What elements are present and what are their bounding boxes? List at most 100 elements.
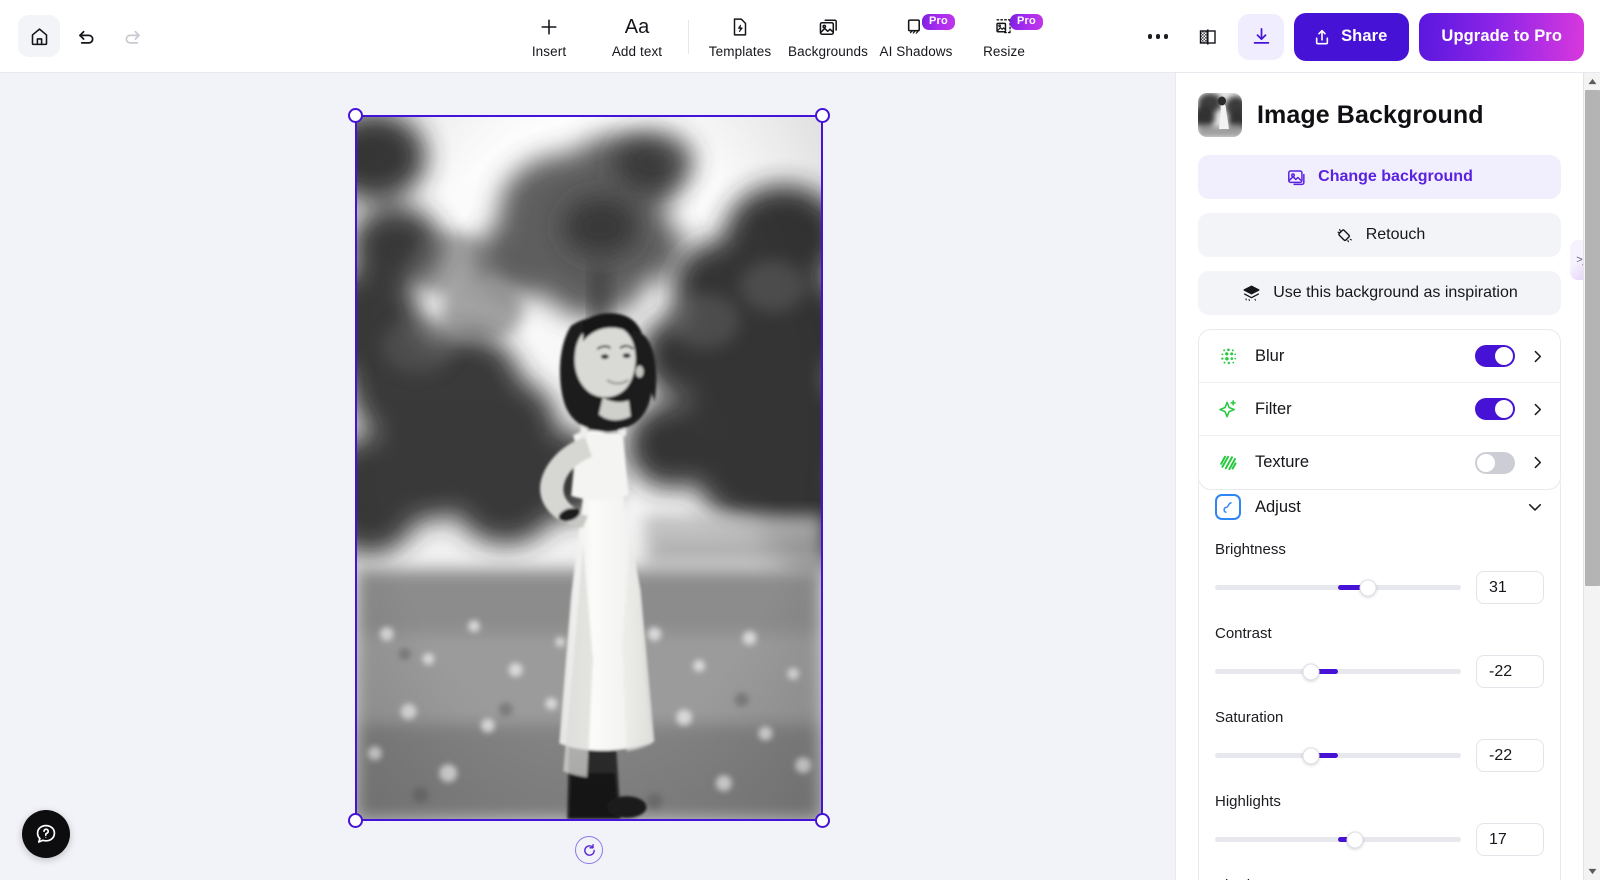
selected-image-frame[interactable] xyxy=(348,108,830,864)
compare-icon xyxy=(1199,28,1216,45)
slider-line: -22 xyxy=(1215,739,1544,772)
scroll-up-arrow[interactable] xyxy=(1584,73,1600,90)
text-aa-icon: Aa xyxy=(624,15,650,38)
plus-icon xyxy=(538,14,560,40)
resize-handle-bottom-left[interactable] xyxy=(348,813,363,828)
effect-label: Filter xyxy=(1255,399,1292,418)
retouch-label: Retouch xyxy=(1365,226,1426,243)
background-photo[interactable] xyxy=(357,117,821,819)
slider-label: Brightness xyxy=(1215,541,1286,558)
saturation-track[interactable] xyxy=(1215,747,1461,764)
slider-contrast: Contrast -22 xyxy=(1215,625,1544,688)
pro-badge: Pro xyxy=(1010,13,1043,31)
resize-handle-top-left[interactable] xyxy=(348,108,363,123)
help-button[interactable] xyxy=(22,810,70,858)
tool-backgrounds[interactable]: Backgrounds xyxy=(784,6,872,68)
effect-row-blur[interactable]: Blur xyxy=(1199,330,1560,383)
tool-label: AI Shadows xyxy=(879,44,953,59)
highlights-value-input[interactable]: 17 xyxy=(1476,823,1544,856)
rotate-handle[interactable] xyxy=(575,836,603,864)
template-icon xyxy=(729,14,751,40)
adjust-label: Adjust xyxy=(1255,497,1301,516)
effect-label: Blur xyxy=(1255,346,1285,365)
chevron-right-icon[interactable] xyxy=(1529,454,1546,471)
saturation-value-input[interactable]: -22 xyxy=(1476,739,1544,772)
panel-scrollbar[interactable] xyxy=(1583,73,1600,880)
slider-label: Saturation xyxy=(1215,709,1284,726)
home-icon xyxy=(31,27,47,45)
caret-down-icon xyxy=(1588,868,1597,875)
top-toolbar: Insert Aa Add text Templates Backgrounds… xyxy=(0,0,1600,73)
stripes-icon xyxy=(1215,452,1241,473)
upgrade-label: Upgrade to Pro xyxy=(1441,27,1562,45)
toolbar-divider xyxy=(688,19,689,54)
brightness-thumb[interactable] xyxy=(1359,579,1377,596)
highlights-thumb[interactable] xyxy=(1346,831,1364,848)
contrast-value-input[interactable]: -22 xyxy=(1476,655,1544,688)
adjust-header[interactable]: Adjust xyxy=(1215,481,1544,533)
chevron-right-icon[interactable] xyxy=(1529,348,1546,365)
pro-badge: Pro xyxy=(922,13,955,31)
tool-templates[interactable]: Templates xyxy=(696,6,784,68)
image-icon xyxy=(1288,169,1305,185)
effect-row-filter[interactable]: Filter xyxy=(1199,383,1560,436)
sparkle-icon xyxy=(1215,398,1241,420)
panel-header: Image Background xyxy=(1198,93,1561,137)
highlights-track[interactable] xyxy=(1215,831,1461,848)
tone-curve-icon xyxy=(1215,494,1241,520)
slider-brightness: Brightness 31 xyxy=(1215,541,1544,604)
background-thumbnail[interactable] xyxy=(1198,93,1242,137)
undo-button[interactable] xyxy=(66,16,106,56)
contrast-track[interactable] xyxy=(1215,663,1461,680)
redo-icon xyxy=(125,30,140,44)
chevron-down-icon[interactable] xyxy=(1526,498,1544,516)
slider-saturation: Saturation -22 xyxy=(1215,709,1544,772)
change-background-button[interactable]: Change background xyxy=(1198,155,1561,199)
layers-icon xyxy=(1243,284,1260,301)
saturation-thumb[interactable] xyxy=(1302,747,1320,764)
slider-label: Contrast xyxy=(1215,625,1272,642)
chevron-right-icon[interactable] xyxy=(1529,401,1546,418)
tool-label: Insert xyxy=(531,44,567,59)
use-as-inspiration-button[interactable]: Use this background as inspiration xyxy=(1198,271,1561,315)
tool-resize[interactable]: Pro Resize xyxy=(960,6,1048,68)
image-stack-icon xyxy=(817,14,840,40)
photo-illustration xyxy=(357,117,821,819)
download-icon xyxy=(1253,27,1269,44)
download-button[interactable] xyxy=(1238,13,1285,60)
compare-button[interactable] xyxy=(1188,17,1228,57)
tool-label: Backgrounds xyxy=(788,44,868,59)
blur-toggle[interactable] xyxy=(1475,345,1515,367)
retouch-eraser-icon xyxy=(1337,228,1352,242)
resize-handle-bottom-right[interactable] xyxy=(815,813,830,828)
upgrade-to-pro-button[interactable]: Upgrade to Pro xyxy=(1419,12,1584,61)
share-icon xyxy=(1315,29,1329,44)
canvas-area[interactable] xyxy=(0,73,1175,880)
dot-grid-icon xyxy=(1215,346,1241,367)
contrast-thumb[interactable] xyxy=(1302,663,1320,680)
effect-label: Texture xyxy=(1255,453,1310,471)
slider-line: 17 xyxy=(1215,823,1544,856)
brightness-track[interactable] xyxy=(1215,579,1461,596)
filter-toggle[interactable] xyxy=(1475,398,1515,420)
toolbar-left-group xyxy=(0,15,152,57)
scrollbar-thumb[interactable] xyxy=(1585,90,1600,586)
tool-insert[interactable]: Insert xyxy=(505,6,593,68)
toolbar-right-group: Share Upgrade to Pro xyxy=(1138,0,1584,73)
slider-highlights: Highlights 17 xyxy=(1215,793,1544,856)
retouch-button[interactable]: Retouch xyxy=(1198,213,1561,257)
tool-ai-shadows[interactable]: Pro AI Shadows xyxy=(872,6,960,68)
caret-up-icon xyxy=(1588,78,1597,85)
resize-handle-top-right[interactable] xyxy=(815,108,830,123)
more-options-button[interactable] xyxy=(1138,17,1178,57)
tool-label: Add text xyxy=(611,44,663,59)
help-chat-icon xyxy=(36,824,56,843)
brightness-value-input[interactable]: 31 xyxy=(1476,571,1544,604)
redo-button[interactable] xyxy=(112,16,152,56)
slider-line: 31 xyxy=(1215,571,1544,604)
tool-add-text[interactable]: Aa Add text xyxy=(593,6,681,68)
texture-toggle[interactable] xyxy=(1475,451,1515,474)
share-button[interactable]: Share xyxy=(1294,12,1410,61)
home-button[interactable] xyxy=(18,15,60,57)
scroll-down-arrow[interactable] xyxy=(1584,863,1600,880)
